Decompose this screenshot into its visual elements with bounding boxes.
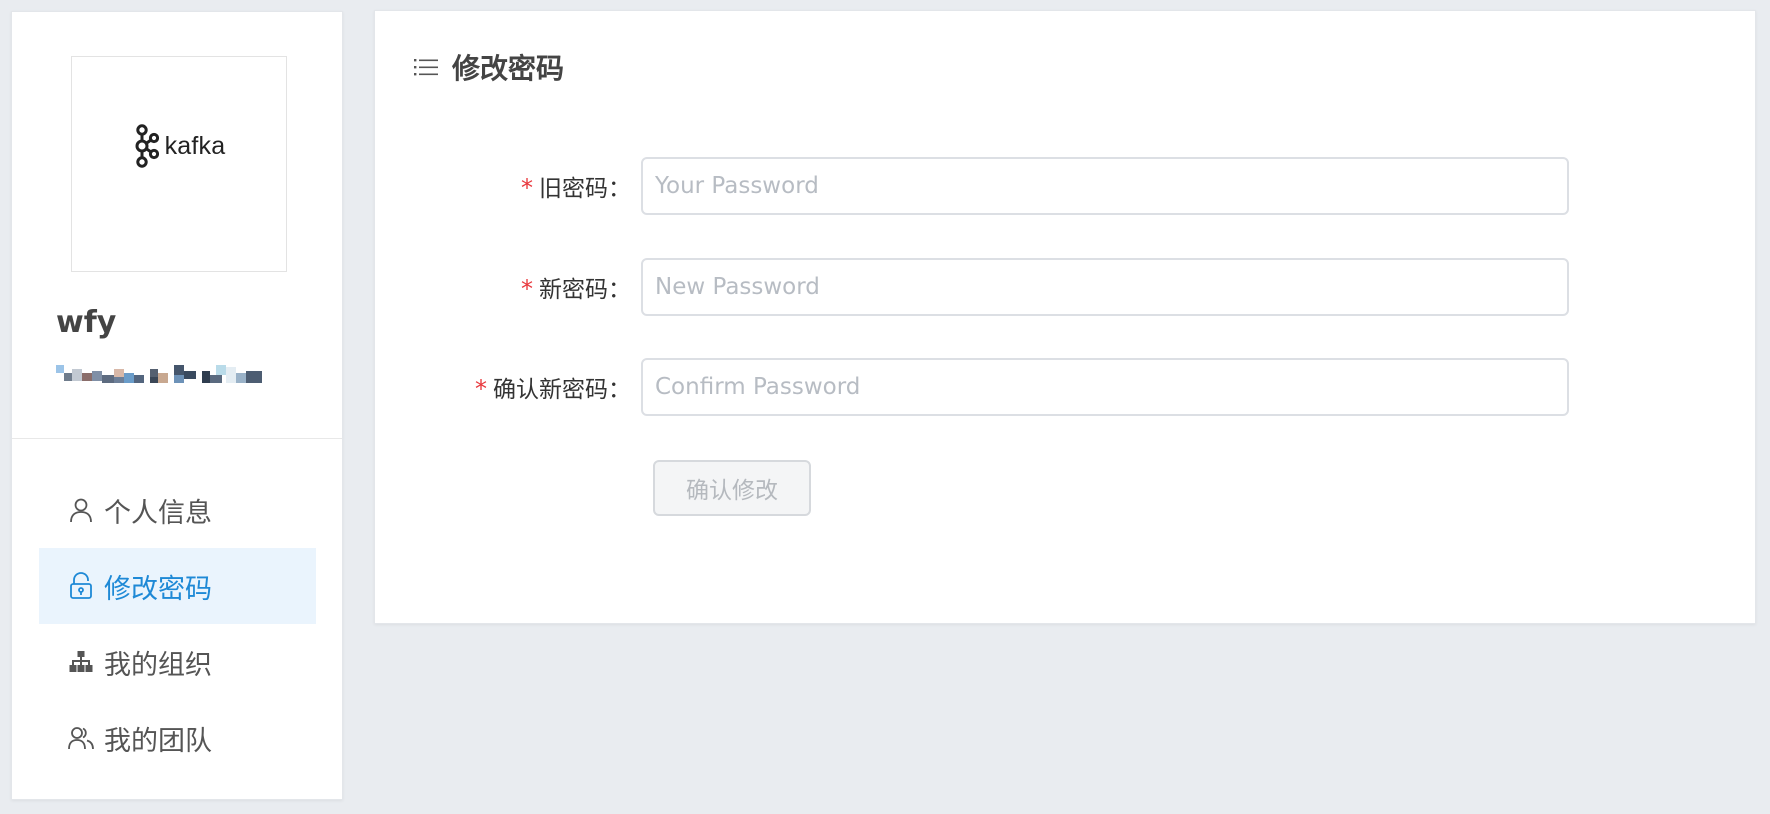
username: wfy xyxy=(56,305,117,340)
menu-item-change-password[interactable]: 修改密码 xyxy=(39,548,316,624)
confirm-password-label-text: 确认新密码： xyxy=(493,377,631,403)
menu-item-my-organization[interactable]: 我的组织 xyxy=(39,624,316,700)
change-password-card: 修改密码 * 旧密码： * 新密码： * 确认新密码： 确认修改 xyxy=(374,10,1756,624)
lock-icon xyxy=(68,572,94,599)
confirm-change-button[interactable]: 确认修改 xyxy=(653,460,811,516)
required-mark: * xyxy=(475,375,487,403)
required-mark: * xyxy=(521,275,533,303)
menu-item-personal-info[interactable]: 个人信息 xyxy=(39,472,316,548)
form-row-old-password: * 旧密码： xyxy=(375,157,1569,215)
profile-sidebar: kafka wfy 个人信息 修改密码 我的组织 我的团队 xyxy=(11,11,343,800)
profile-card: kafka wfy xyxy=(12,12,342,439)
confirm-password-input[interactable] xyxy=(641,358,1569,416)
old-password-input[interactable] xyxy=(641,157,1569,215)
user-icon xyxy=(68,497,94,523)
new-password-input[interactable] xyxy=(641,258,1569,316)
logo-text: kafka xyxy=(164,131,226,160)
list-icon xyxy=(412,54,440,80)
new-password-label: * 新密码： xyxy=(375,270,641,304)
team-icon xyxy=(68,725,94,751)
kafka-logo-icon xyxy=(135,124,159,168)
card-title: 修改密码 xyxy=(412,47,564,87)
menu-label: 我的团队 xyxy=(104,725,212,757)
form-row-confirm-password: * 确认新密码： xyxy=(375,358,1569,416)
page-title: 修改密码 xyxy=(452,52,565,85)
required-mark: * xyxy=(521,174,533,202)
old-password-label: * 旧密码： xyxy=(375,169,641,203)
form-row-new-password: * 新密码： xyxy=(375,258,1569,316)
kafka-logo: kafka xyxy=(133,124,226,168)
menu-label: 个人信息 xyxy=(104,497,212,529)
menu-label: 修改密码 xyxy=(104,573,212,605)
obscured-user-info xyxy=(56,365,262,383)
menu-item-my-team[interactable]: 我的团队 xyxy=(39,700,316,776)
old-password-label-text: 旧密码： xyxy=(539,176,631,202)
sitemap-icon xyxy=(68,649,94,675)
new-password-label-text: 新密码： xyxy=(539,277,631,303)
confirm-password-label: * 确认新密码： xyxy=(375,370,641,404)
avatar: kafka xyxy=(71,56,287,272)
profile-menu: 个人信息 修改密码 我的组织 我的团队 xyxy=(12,439,342,776)
menu-label: 我的组织 xyxy=(104,649,212,681)
